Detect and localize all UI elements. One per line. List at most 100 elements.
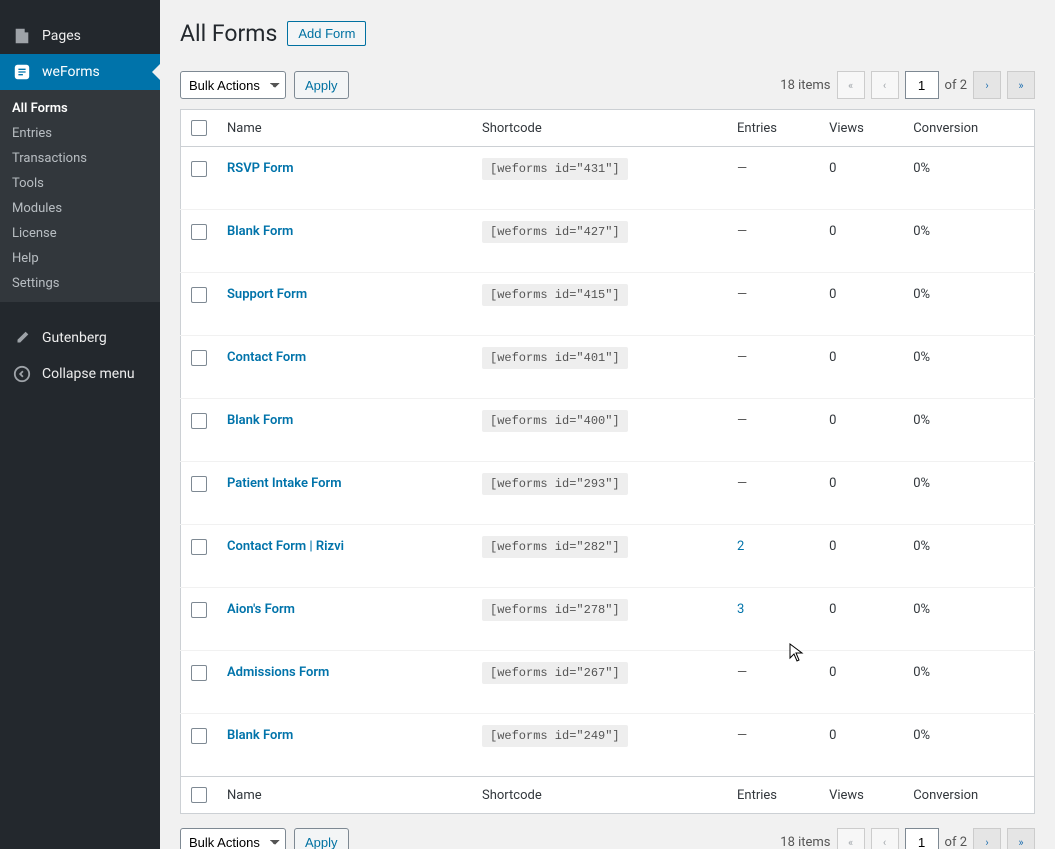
table-row: Blank Form [weforms id="427"] — 00% bbox=[181, 210, 1035, 273]
table-row: Support Form[weforms id="415"]—00% bbox=[181, 273, 1035, 336]
sidebar-item-pages[interactable]: Pages bbox=[0, 18, 160, 54]
shortcode-value[interactable]: [weforms id="415"] bbox=[482, 284, 628, 306]
sidebar-item-collapse[interactable]: Collapse menu bbox=[0, 356, 160, 392]
entries-value: — bbox=[737, 413, 747, 428]
row-checkbox[interactable] bbox=[191, 413, 207, 429]
col-header-shortcode: Shortcode bbox=[472, 110, 727, 147]
page-title: All Forms bbox=[180, 20, 277, 47]
bulk-actions-select-top[interactable]: Bulk Actions bbox=[180, 71, 286, 99]
sidebar-subitem-entries[interactable]: Entries bbox=[0, 121, 160, 146]
sidebar-subitem-tools[interactable]: Tools bbox=[0, 171, 160, 196]
entries-value: — bbox=[737, 161, 747, 176]
row-checkbox[interactable] bbox=[191, 728, 207, 744]
col-header-entries: Entries bbox=[727, 110, 819, 147]
row-checkbox[interactable] bbox=[191, 350, 207, 366]
tablenav-bottom: Bulk Actions Apply 18 items « ‹ of 2 › » bbox=[180, 822, 1035, 849]
shortcode-value[interactable]: [weforms id="431"] bbox=[482, 158, 628, 180]
views-value: 0 bbox=[819, 210, 903, 273]
next-page-button-bottom[interactable]: › bbox=[973, 828, 1001, 849]
prev-page-button-top[interactable]: ‹ bbox=[871, 71, 899, 99]
sidebar-subitem-all-forms[interactable]: All Forms bbox=[0, 96, 160, 121]
entries-value: — bbox=[737, 665, 747, 680]
weforms-icon bbox=[12, 62, 32, 82]
shortcode-value[interactable]: [weforms id="401"] bbox=[482, 347, 628, 369]
sidebar-submenu: All FormsEntriesTransactionsToolsModules… bbox=[0, 90, 160, 302]
row-checkbox[interactable] bbox=[191, 602, 207, 618]
views-value: 0 bbox=[819, 399, 903, 462]
bulk-actions-select-bottom[interactable]: Bulk Actions bbox=[180, 828, 286, 849]
sidebar-subitem-license[interactable]: License bbox=[0, 221, 160, 246]
select-all-top[interactable] bbox=[191, 120, 207, 136]
first-page-button-bottom[interactable]: « bbox=[837, 828, 865, 849]
conversion-value: 0% bbox=[903, 462, 1034, 525]
sidebar-subitem-settings[interactable]: Settings bbox=[0, 271, 160, 296]
next-page-button-top[interactable]: › bbox=[973, 71, 1001, 99]
row-checkbox[interactable] bbox=[191, 161, 207, 177]
prev-page-button-bottom[interactable]: ‹ bbox=[871, 828, 899, 849]
sidebar-item-weforms[interactable]: weForms bbox=[0, 54, 160, 90]
add-form-button[interactable]: Add Form bbox=[287, 21, 366, 46]
entries-link[interactable]: 2 bbox=[737, 539, 744, 554]
form-name-link[interactable]: Contact Form bbox=[227, 350, 306, 365]
form-name-link[interactable]: Contact Form | Rizvi bbox=[227, 539, 344, 554]
form-name-link[interactable]: Blank Form bbox=[227, 224, 293, 239]
col-footer-views: Views bbox=[819, 777, 903, 814]
current-page-input-top[interactable] bbox=[905, 71, 939, 99]
col-header-name[interactable]: Name bbox=[217, 110, 472, 147]
col-footer-name[interactable]: Name bbox=[217, 777, 472, 814]
row-checkbox[interactable] bbox=[191, 224, 207, 240]
row-checkbox[interactable] bbox=[191, 539, 207, 555]
shortcode-value[interactable]: [weforms id="400"] bbox=[482, 410, 628, 432]
shortcode-value[interactable]: [weforms id="249"] bbox=[482, 725, 628, 747]
apply-button-top[interactable]: Apply bbox=[294, 71, 349, 99]
conversion-value: 0% bbox=[903, 210, 1034, 273]
conversion-value: 0% bbox=[903, 336, 1034, 399]
form-name-link[interactable]: Blank Form bbox=[227, 728, 293, 743]
sidebar-subitem-modules[interactable]: Modules bbox=[0, 196, 160, 221]
col-footer-conversion: Conversion bbox=[903, 777, 1034, 814]
form-name-link[interactable]: Blank Form bbox=[227, 413, 293, 428]
table-row: Aion's Form[weforms id="278"]300% bbox=[181, 588, 1035, 651]
sidebar-subitem-transactions[interactable]: Transactions bbox=[0, 146, 160, 171]
views-value: 0 bbox=[819, 588, 903, 651]
sidebar-subitem-help[interactable]: Help bbox=[0, 246, 160, 271]
sidebar-label-collapse: Collapse menu bbox=[42, 366, 135, 382]
row-checkbox[interactable] bbox=[191, 476, 207, 492]
conversion-value: 0% bbox=[903, 273, 1034, 336]
forms-table: Name Shortcode Entries Views Conversion … bbox=[180, 109, 1035, 814]
form-name-link[interactable]: Aion's Form bbox=[227, 602, 295, 617]
page-of-text-bottom: of 2 bbox=[945, 835, 967, 849]
form-name-link[interactable]: Patient Intake Form bbox=[227, 476, 342, 491]
form-name-link[interactable]: Admissions Form bbox=[227, 665, 329, 680]
row-checkbox[interactable] bbox=[191, 287, 207, 303]
tablenav-top: Bulk Actions Apply 18 items « ‹ of 2 › » bbox=[180, 65, 1035, 105]
entries-link[interactable]: 3 bbox=[737, 602, 744, 617]
col-header-conversion: Conversion bbox=[903, 110, 1034, 147]
last-page-button-top[interactable]: » bbox=[1007, 71, 1035, 99]
form-name-link[interactable]: Support Form bbox=[227, 287, 307, 302]
apply-button-bottom[interactable]: Apply bbox=[294, 828, 349, 849]
edit-icon bbox=[12, 328, 32, 348]
shortcode-value[interactable]: [weforms id="293"] bbox=[482, 473, 628, 495]
current-page-input-bottom[interactable] bbox=[905, 828, 939, 849]
shortcode-value[interactable]: [weforms id="278"] bbox=[482, 599, 628, 621]
select-all-bottom[interactable] bbox=[191, 787, 207, 803]
main-content: All Forms Add Form Bulk Actions Apply 18… bbox=[160, 0, 1055, 849]
first-page-button-top[interactable]: « bbox=[837, 71, 865, 99]
collapse-icon bbox=[12, 364, 32, 384]
conversion-value: 0% bbox=[903, 147, 1034, 210]
shortcode-value[interactable]: [weforms id="282"] bbox=[482, 536, 628, 558]
col-header-views: Views bbox=[819, 110, 903, 147]
table-row: Contact Form[weforms id="401"]—00% bbox=[181, 336, 1035, 399]
conversion-value: 0% bbox=[903, 651, 1034, 714]
last-page-button-bottom[interactable]: » bbox=[1007, 828, 1035, 849]
col-footer-shortcode: Shortcode bbox=[472, 777, 727, 814]
shortcode-value[interactable]: [weforms id="427"] bbox=[482, 221, 628, 243]
entries-value: — bbox=[737, 287, 747, 302]
form-name-link[interactable]: RSVP Form bbox=[227, 161, 294, 176]
entries-value: — bbox=[737, 224, 747, 239]
shortcode-value[interactable]: [weforms id="267"] bbox=[482, 662, 628, 684]
row-checkbox[interactable] bbox=[191, 665, 207, 681]
sidebar-item-gutenberg[interactable]: Gutenberg bbox=[0, 320, 160, 356]
conversion-value: 0% bbox=[903, 714, 1034, 777]
